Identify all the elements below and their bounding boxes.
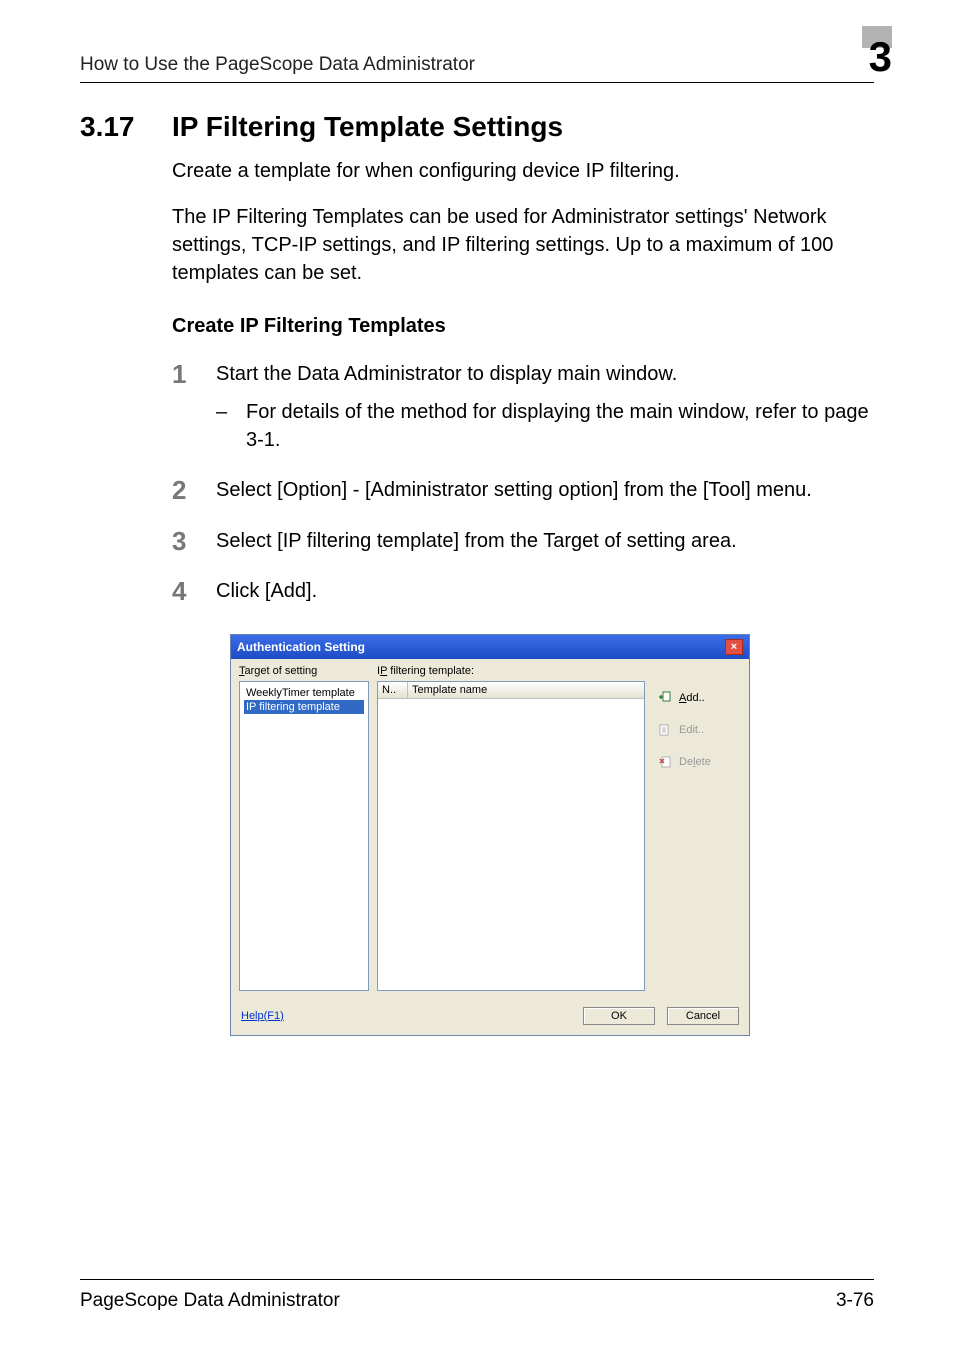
column-template-name[interactable]: Template name: [408, 682, 644, 698]
page: 3 How to Use the PageScope Data Administ…: [0, 0, 954, 1352]
add-icon: [657, 690, 673, 706]
dialog-title: Authentication Setting: [237, 640, 365, 654]
step-4-text: Click [Add].: [216, 577, 874, 606]
step-1-sub: – For details of the method for displayi…: [216, 398, 874, 454]
step-1: 1 Start the Data Administrator to displa…: [172, 360, 874, 454]
dialog-footer: Help(F1) OK Cancel: [231, 1001, 749, 1035]
running-title: How to Use the PageScope Data Administra…: [80, 54, 475, 76]
help-link[interactable]: Help(F1): [241, 1010, 284, 1022]
target-of-setting-pane: Target of setting WeeklyTimer template I…: [239, 665, 369, 991]
step-2-text: Select [Option] - [Administrator setting…: [216, 476, 874, 505]
ip-filtering-template-pane: IP filtering template: N.. Template name: [377, 665, 645, 991]
section-number: 3.17: [80, 111, 172, 143]
step-number: 2: [172, 476, 216, 505]
intro-paragraph-1: Create a template for when configuring d…: [172, 157, 874, 185]
dialog-body: Target of setting WeeklyTimer template I…: [231, 659, 749, 1001]
running-header: How to Use the PageScope Data Administra…: [80, 54, 874, 83]
close-button[interactable]: ×: [725, 639, 743, 655]
close-icon: ×: [731, 641, 737, 653]
step-1-text: Start the Data Administrator to display …: [216, 363, 677, 385]
dash-icon: –: [216, 398, 246, 454]
step-number: 3: [172, 527, 216, 556]
list-header: N.. Template name: [378, 682, 644, 699]
section-title: IP Filtering Template Settings: [172, 111, 563, 143]
tree-node-weekly-timer[interactable]: WeeklyTimer template: [244, 686, 364, 700]
page-footer: PageScope Data Administrator 3-76: [80, 1279, 874, 1312]
step-2: 2 Select [Option] - [Administrator setti…: [172, 476, 874, 505]
ip-filtering-label: IP filtering template:: [377, 665, 645, 677]
step-number: 4: [172, 577, 216, 606]
delete-button[interactable]: Delete: [653, 751, 741, 773]
tree-view[interactable]: WeeklyTimer template IP filtering templa…: [239, 681, 369, 991]
dialog-titlebar[interactable]: Authentication Setting ×: [231, 635, 749, 659]
step-text: Start the Data Administrator to display …: [216, 360, 874, 454]
step-3: 3 Select [IP filtering template] from th…: [172, 527, 874, 556]
sub-heading: Create IP Filtering Templates: [172, 315, 874, 338]
edit-button[interactable]: Edit..: [653, 719, 741, 741]
delete-label: Delete: [679, 756, 711, 768]
ok-button[interactable]: OK: [583, 1007, 655, 1025]
template-list[interactable]: N.. Template name: [377, 681, 645, 991]
numbered-list: 1 Start the Data Administrator to displa…: [172, 360, 874, 628]
section-heading: 3.17 IP Filtering Template Settings: [80, 111, 874, 143]
delete-icon: [657, 754, 673, 770]
edit-icon: [657, 722, 673, 738]
tree-node-ip-filtering[interactable]: IP filtering template: [244, 700, 364, 714]
dialog-authentication-setting: Authentication Setting × Target of setti…: [230, 634, 750, 1036]
step-3-text: Select [IP filtering template] from the …: [216, 527, 874, 556]
add-label: Add..: [679, 692, 705, 704]
button-column: Add.. Edit.. Delete: [653, 665, 741, 991]
add-button[interactable]: Add..: [653, 687, 741, 709]
chapter-badge: 3: [836, 26, 892, 72]
edit-label: Edit..: [679, 724, 704, 736]
target-of-setting-label: Target of setting: [239, 665, 369, 677]
footer-right: 3-76: [836, 1290, 874, 1312]
step-4: 4 Click [Add].: [172, 577, 874, 606]
footer-left: PageScope Data Administrator: [80, 1290, 340, 1312]
step-1-sub-text: For details of the method for displaying…: [246, 398, 874, 454]
intro-paragraph-2: The IP Filtering Templates can be used f…: [172, 203, 874, 287]
column-number[interactable]: N..: [378, 682, 408, 698]
chapter-number: 3: [869, 36, 892, 78]
dialog-button-row: OK Cancel: [583, 1007, 739, 1025]
cancel-button[interactable]: Cancel: [667, 1007, 739, 1025]
step-number: 1: [172, 360, 216, 454]
